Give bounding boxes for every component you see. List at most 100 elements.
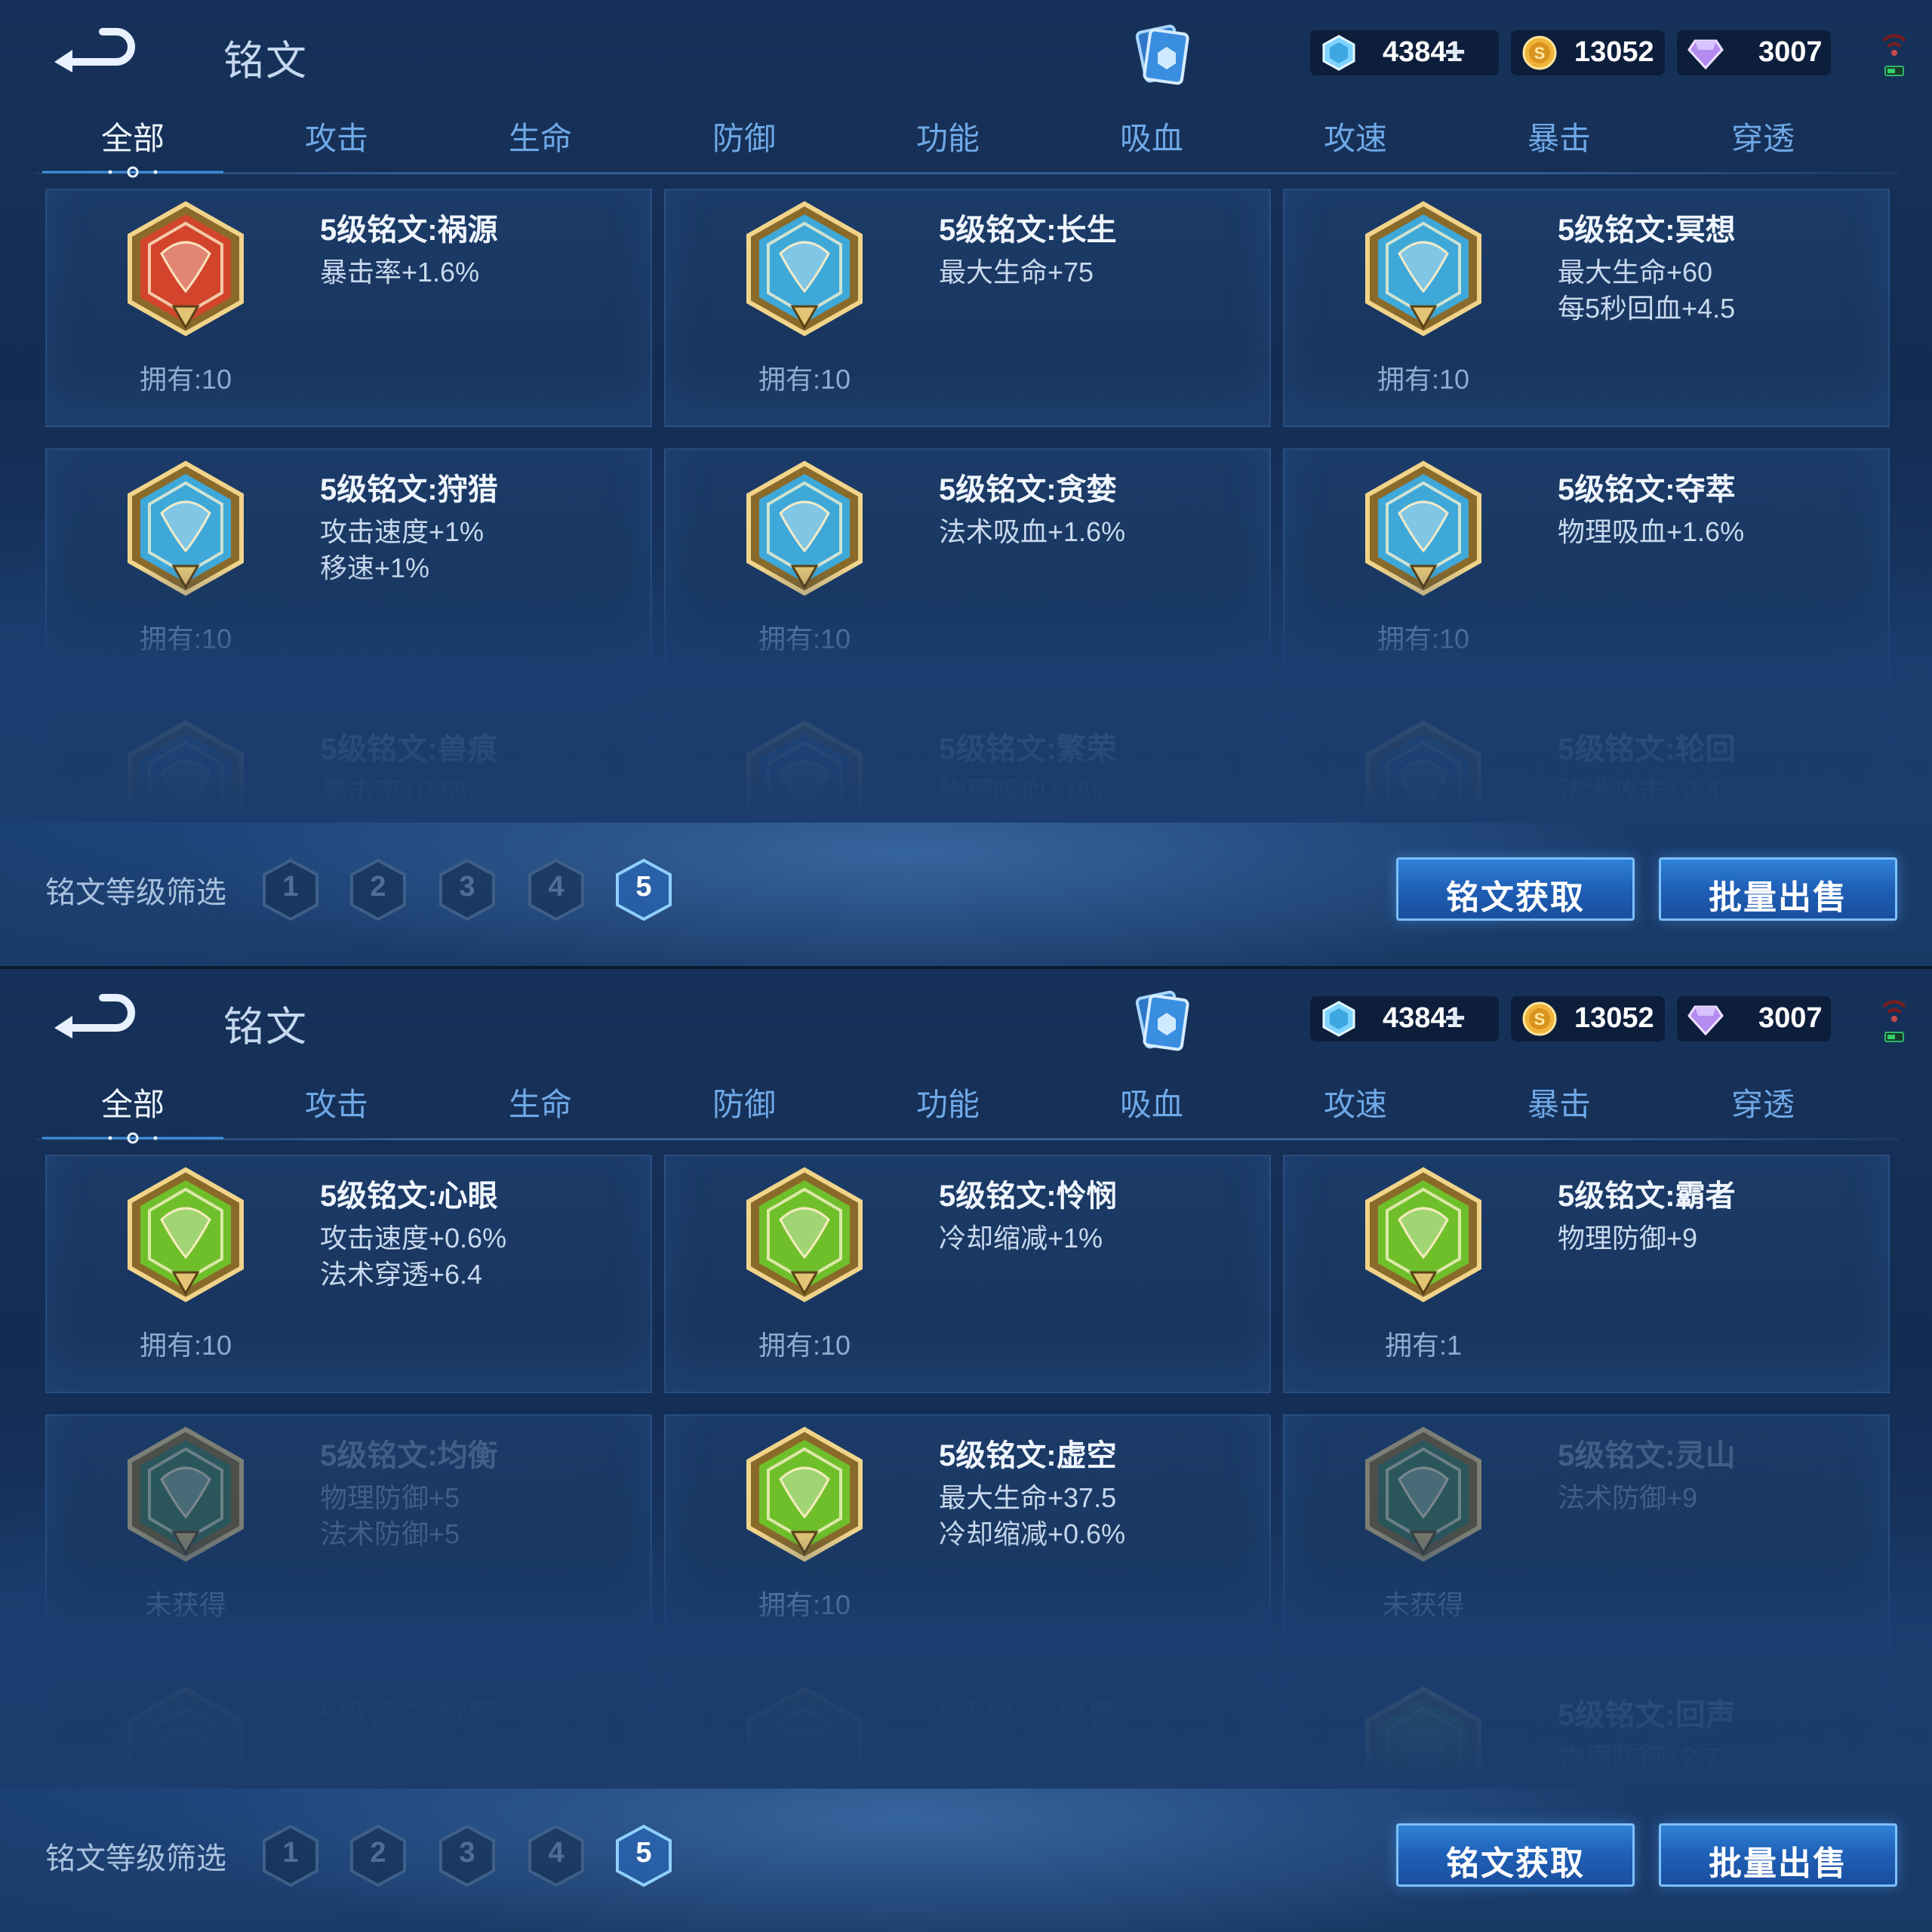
gold-currency-value: 13052 (1574, 1002, 1654, 1034)
svg-text:S: S (1534, 44, 1546, 63)
inscription-emblem-icon (1363, 201, 1484, 337)
level-number: 3 (459, 1837, 475, 1869)
inscription-attribute: 攻击速度+0.6% (320, 1223, 507, 1254)
inscription-card[interactable]: 5级铭文:霸者 物理防御+9 拥有:1 (1283, 1155, 1890, 1393)
gold-coin-icon: S (1521, 35, 1558, 71)
inscription-attribute: 最大生命+37.5 (939, 1482, 1117, 1513)
tab-category-2[interactable]: 生命 (442, 1079, 638, 1125)
inscription-attribute: 每5秒回血+4.5 (1558, 293, 1736, 324)
inscription-emblem-icon (125, 201, 246, 337)
level-filter-2[interactable]: 2 (349, 857, 408, 922)
tab-category-3[interactable]: 防御 (646, 113, 842, 159)
game-screen: 铭文 43841 + S 13052 3007 全部 攻击 生命 防御 功能 吸血 攻速 暴击 穿透 5级铭文… (0, 966, 1932, 1932)
inscription-name: 5级铭文:夺萃 (1558, 473, 1736, 506)
inscription-name: 5级铭文:贪婪 (939, 473, 1117, 506)
sell-button-label: 批量出售 (1709, 879, 1847, 916)
tab-category-5[interactable]: 吸血 (1054, 113, 1250, 159)
inscription-name: 5级铭文:心眼 (320, 1180, 498, 1213)
crystal-icon (1321, 35, 1357, 71)
tab-all[interactable]: 全部 (35, 1079, 231, 1125)
level-filter-label: 铭文等级筛选 (45, 1842, 226, 1875)
tab-category-1[interactable]: 攻击 (238, 113, 435, 159)
inscription-name: 5级铭文:霸者 (1558, 1180, 1736, 1213)
acquire-inscription-button[interactable]: 铭文获取 (1396, 1823, 1635, 1887)
inscription-attribute: 物理防御+9 (1558, 1223, 1698, 1254)
acquire-inscription-button[interactable]: 铭文获取 (1396, 857, 1635, 921)
inscription-book-icon[interactable] (1129, 21, 1195, 88)
gold-coin-icon: S (1521, 1001, 1558, 1037)
active-tab-indicator (35, 165, 231, 180)
tab-category-1[interactable]: 攻击 (238, 1079, 435, 1125)
owned-count: 拥有:10 (139, 1330, 232, 1361)
inscription-name: 5级铭文:冥想 (1558, 214, 1736, 247)
add-crystal-icon[interactable]: + (1444, 1001, 1466, 1037)
level-filter-5[interactable]: 5 (614, 1823, 673, 1888)
tab-category-4[interactable]: 功能 (850, 1079, 1046, 1125)
inscription-attribute: 法术防御+9 (1558, 1482, 1698, 1513)
inscription-card[interactable]: 5级铭文:祸源 暴击率+1.6% 拥有:10 (45, 189, 652, 427)
diamond-icon (1687, 1001, 1724, 1037)
tab-category-3[interactable]: 防御 (646, 1079, 842, 1125)
inscription-attribute: 冷却缩减+1% (939, 1223, 1103, 1254)
tab-category-7[interactable]: 暴击 (1461, 113, 1657, 159)
inscription-card[interactable]: 5级铭文:冥想 最大生命+60 每5秒回血+4.5 拥有:10 (1283, 189, 1890, 427)
diamond-icon (1687, 35, 1724, 71)
acquire-button-label: 铭文获取 (1446, 1845, 1585, 1882)
gold-currency: S 13052 (1511, 996, 1665, 1041)
back-button[interactable] (50, 26, 140, 75)
tab-category-8[interactable]: 穿透 (1665, 1079, 1861, 1125)
inscription-emblem-icon (125, 1167, 246, 1303)
back-button[interactable] (50, 992, 140, 1041)
level-number: 2 (370, 871, 386, 903)
level-filter-label: 铭文等级筛选 (45, 876, 226, 909)
tab-underline (35, 1138, 1899, 1140)
crystal-currency: 43841 + (1310, 30, 1499, 75)
level-filter-4[interactable]: 4 (527, 857, 586, 922)
inscription-name: 5级铭文:均衡 (320, 1439, 498, 1472)
inscription-attribute: 暴击率+1.6% (320, 257, 480, 288)
inscription-attribute: 法术吸血+1.6% (939, 516, 1126, 547)
diamond-currency: 3007 (1677, 30, 1831, 75)
crystal-currency: 43841 + (1310, 996, 1499, 1041)
diamond-currency-value: 3007 (1758, 1002, 1823, 1034)
tab-category-6[interactable]: 攻速 (1257, 1079, 1454, 1125)
level-number: 4 (548, 1837, 565, 1869)
category-tabs: 全部 攻击 生命 防御 功能 吸血 攻速 暴击 穿透 (35, 113, 1899, 174)
add-crystal-icon[interactable]: + (1444, 35, 1466, 71)
tab-category-2[interactable]: 生命 (442, 113, 638, 159)
sell-button-label: 批量出售 (1709, 1845, 1847, 1882)
owned-count: 拥有:1 (1384, 1330, 1463, 1361)
level-number: 1 (282, 871, 299, 903)
inscription-card[interactable]: 5级铭文:怜悯 冷却缩减+1% 拥有:10 (664, 1155, 1271, 1393)
acquire-button-label: 铭文获取 (1446, 879, 1585, 916)
level-filter-3[interactable]: 3 (438, 857, 497, 922)
tab-category-4[interactable]: 功能 (850, 113, 1046, 159)
scroll-fade-overlay (0, 1532, 1932, 1789)
level-filter-5[interactable]: 5 (614, 857, 673, 922)
level-number: 5 (635, 1837, 652, 1869)
category-tabs: 全部 攻击 生命 防御 功能 吸血 攻速 暴击 穿透 (35, 1079, 1899, 1140)
level-filter-1[interactable]: 1 (261, 857, 320, 922)
inscription-card[interactable]: 5级铭文:心眼 攻击速度+0.6% 法术穿透+6.4 拥有:10 (45, 1155, 652, 1393)
bulk-sell-button[interactable]: 批量出售 (1659, 857, 1897, 921)
level-filter-4[interactable]: 4 (527, 1823, 586, 1888)
inscription-attribute: 物理防御+5 (320, 1482, 460, 1513)
inscription-book-icon[interactable] (1129, 987, 1195, 1054)
level-filter-1[interactable]: 1 (261, 1823, 320, 1888)
bulk-sell-button[interactable]: 批量出售 (1659, 1823, 1897, 1887)
inscription-name: 5级铭文:长生 (939, 214, 1117, 247)
tab-category-7[interactable]: 暴击 (1461, 1079, 1657, 1125)
active-tab-indicator (35, 1131, 231, 1146)
tab-all[interactable]: 全部 (35, 113, 231, 159)
tab-category-8[interactable]: 穿透 (1665, 113, 1861, 159)
gold-currency: S 13052 (1511, 30, 1665, 75)
level-filter-2[interactable]: 2 (349, 1823, 408, 1888)
inscription-emblem-icon (744, 201, 865, 337)
tab-category-5[interactable]: 吸血 (1054, 1079, 1250, 1125)
scroll-fade-overlay (0, 566, 1932, 823)
inscription-card[interactable]: 5级铭文:长生 最大生命+75 拥有:10 (664, 189, 1271, 427)
inscription-name: 5级铭文:狩猎 (320, 473, 498, 506)
inscription-attribute: 最大生命+75 (939, 257, 1094, 288)
tab-category-6[interactable]: 攻速 (1257, 113, 1454, 159)
level-filter-3[interactable]: 3 (438, 1823, 497, 1888)
